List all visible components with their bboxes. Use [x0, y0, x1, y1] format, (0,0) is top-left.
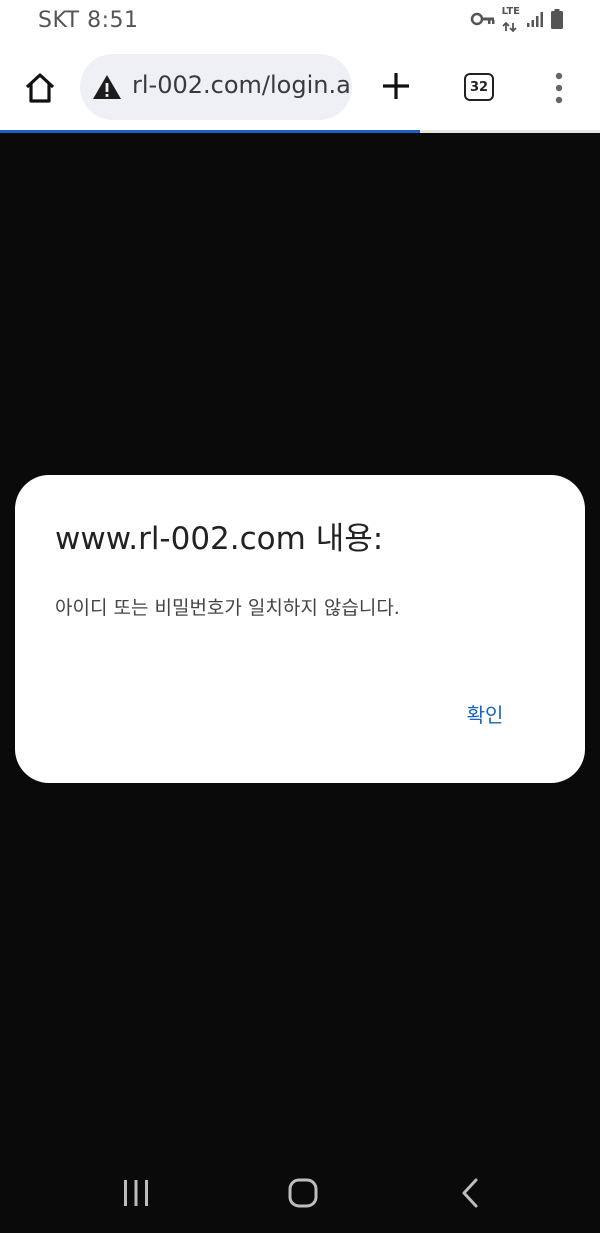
status-icons: LTE [470, 5, 564, 36]
browser-toolbar: rl-002.com/login.asp 32 [0, 42, 600, 132]
lte-data-icon: LTE [501, 5, 520, 36]
dialog-message: 아이디 또는 비밀번호가 일치하지 않습니다. [55, 597, 400, 619]
back-button[interactable] [458, 1177, 482, 1209]
new-tab-button[interactable] [380, 70, 412, 102]
status-bar: SKT 8:51 LTE [0, 0, 600, 42]
url-text: rl-002.com/login.asp [132, 71, 352, 99]
dialog-ok-button[interactable]: 확인 [451, 697, 519, 733]
nav-home-button[interactable] [285, 1175, 321, 1211]
signal-icon [526, 10, 544, 32]
browser-menu-button[interactable] [552, 70, 566, 106]
tab-switcher-button[interactable]: 32 [464, 73, 494, 101]
home-icon [288, 1178, 318, 1208]
home-outline-icon [25, 73, 55, 103]
recents-button[interactable] [120, 1177, 152, 1209]
plus-icon [383, 73, 409, 99]
back-icon [462, 1178, 478, 1208]
recents-icon [124, 1180, 148, 1206]
tab-count: 32 [469, 79, 489, 95]
vpn-key-icon [470, 11, 496, 31]
status-time: SKT 8:51 [38, 8, 139, 33]
browser-home-button[interactable] [22, 70, 58, 106]
dialog-title: www.rl-002.com 내용: [55, 521, 384, 557]
more-vert-icon [555, 72, 563, 104]
battery-icon [550, 8, 564, 34]
address-bar[interactable]: rl-002.com/login.asp [80, 54, 352, 120]
system-nav-bar [0, 1155, 600, 1233]
lte-label: LTE [501, 5, 520, 17]
alert-dialog: www.rl-002.com 내용: 아이디 또는 비밀번호가 일치하지 않습니… [15, 475, 585, 783]
warning-triangle-icon[interactable] [92, 74, 122, 100]
